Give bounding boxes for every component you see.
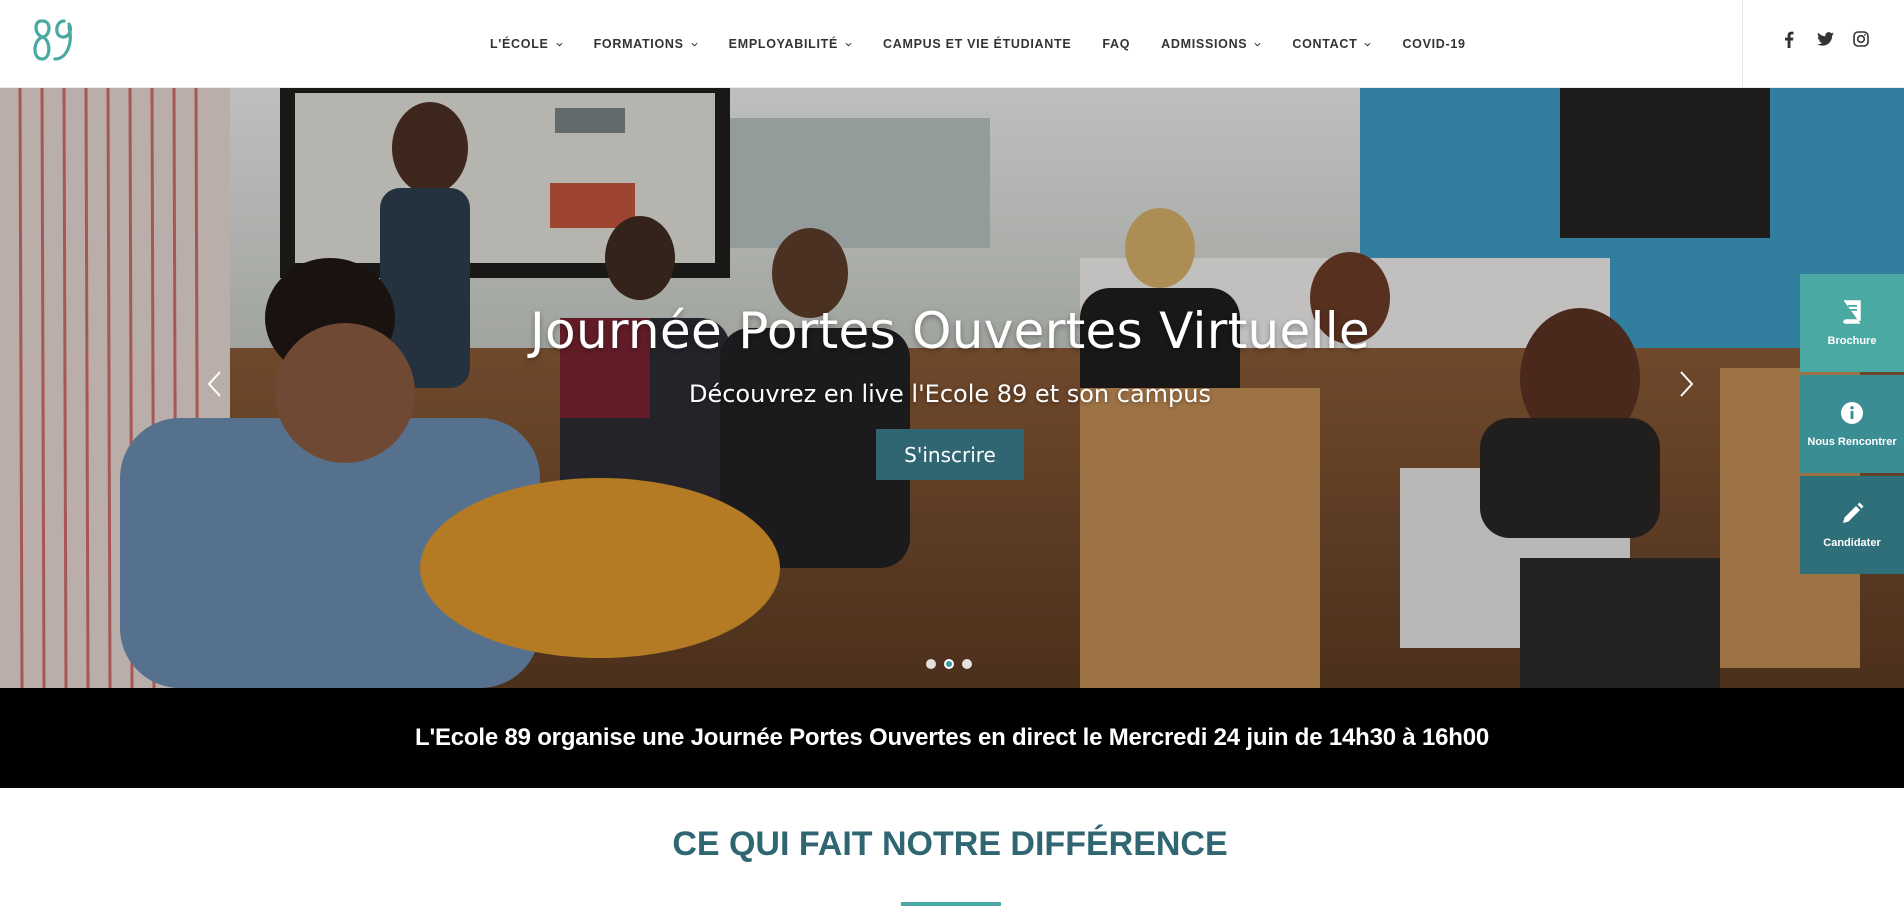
announcement-banner: L'Ecole 89 organise une Journée Portes O… (0, 688, 1904, 788)
slider-dot[interactable] (962, 659, 972, 669)
chevron-down-icon (1364, 42, 1371, 47)
nav-item-admissions[interactable]: ADMISSIONS (1161, 37, 1261, 51)
chevron-down-icon (845, 42, 852, 47)
nav-item-contact[interactable]: CONTACT (1292, 37, 1371, 51)
instagram-icon[interactable] (1852, 30, 1870, 48)
school-logo[interactable] (31, 17, 75, 63)
nav-item-covid[interactable]: COVID-19 (1402, 37, 1465, 51)
nav-label: EMPLOYABILITÉ (728, 37, 839, 51)
side-cta-panel: Brochure Nous Rencontrer Candidater (1800, 274, 1904, 577)
apply-button[interactable]: Candidater (1800, 476, 1904, 574)
meet-us-button[interactable]: Nous Rencontrer (1800, 375, 1904, 473)
slider-next-arrow[interactable] (1674, 369, 1698, 399)
social-links (1780, 30, 1870, 48)
slider-dot[interactable] (926, 659, 936, 669)
hero-title: Journée Portes Ouvertes Virtuelle (530, 302, 1370, 360)
section-title: CE QUI FAIT NOTRE DIFFÉRENCE (672, 825, 1228, 863)
chevron-down-icon (1254, 42, 1261, 47)
nav-item-faq[interactable]: FAQ (1102, 37, 1130, 51)
chevron-down-icon (691, 42, 698, 47)
chevron-left-icon (207, 371, 221, 397)
nav-label: CAMPUS ET VIE ÉTUDIANTE (883, 37, 1072, 51)
slider-pagination (926, 659, 972, 669)
header-divider (1742, 0, 1743, 88)
main-nav: L'ÉCOLE FORMATIONS EMPLOYABILITÉ CAMPUS … (490, 0, 1497, 88)
cta-label: Nous Rencontrer (1807, 436, 1897, 448)
banner-text: L'Ecole 89 organise une Journée Portes O… (414, 724, 1490, 751)
cta-label: Brochure (1827, 335, 1877, 347)
nav-label: ADMISSIONS (1161, 37, 1248, 51)
hero-slider: Journée Portes Ouvertes Virtuelle Découv… (0, 88, 1904, 688)
slider-prev-arrow[interactable] (203, 369, 227, 399)
info-icon (1839, 400, 1865, 426)
nav-item-campus[interactable]: CAMPUS ET VIE ÉTUDIANTE (883, 37, 1071, 51)
cta-label: Candidater (1823, 537, 1881, 549)
register-button[interactable]: S'inscrire (876, 429, 1024, 480)
nav-label: CONTACT (1292, 37, 1358, 51)
twitter-icon[interactable] (1816, 30, 1834, 48)
hero-subtitle: Découvrez en live l'Ecole 89 et son camp… (688, 380, 1211, 408)
brochure-button[interactable]: Brochure (1800, 274, 1904, 372)
site-header: L'ÉCOLE FORMATIONS EMPLOYABILITÉ CAMPUS … (0, 0, 1904, 88)
chevron-down-icon (556, 42, 563, 47)
nav-label: COVID-19 (1402, 37, 1466, 51)
facebook-icon[interactable] (1780, 30, 1798, 48)
nav-label: FAQ (1102, 37, 1131, 51)
pencil-icon (1839, 501, 1865, 527)
nav-item-formations[interactable]: FORMATIONS (594, 37, 698, 51)
nav-item-ecole[interactable]: L'ÉCOLE (490, 37, 563, 51)
nav-label: FORMATIONS (593, 37, 684, 51)
section-divider (901, 902, 1001, 906)
chevron-right-icon (1680, 371, 1694, 397)
nav-label: L'ÉCOLE (490, 37, 549, 51)
book-icon (1839, 299, 1865, 325)
slider-dot-active[interactable] (944, 659, 954, 669)
nav-item-employabilite[interactable]: EMPLOYABILITÉ (729, 37, 852, 51)
